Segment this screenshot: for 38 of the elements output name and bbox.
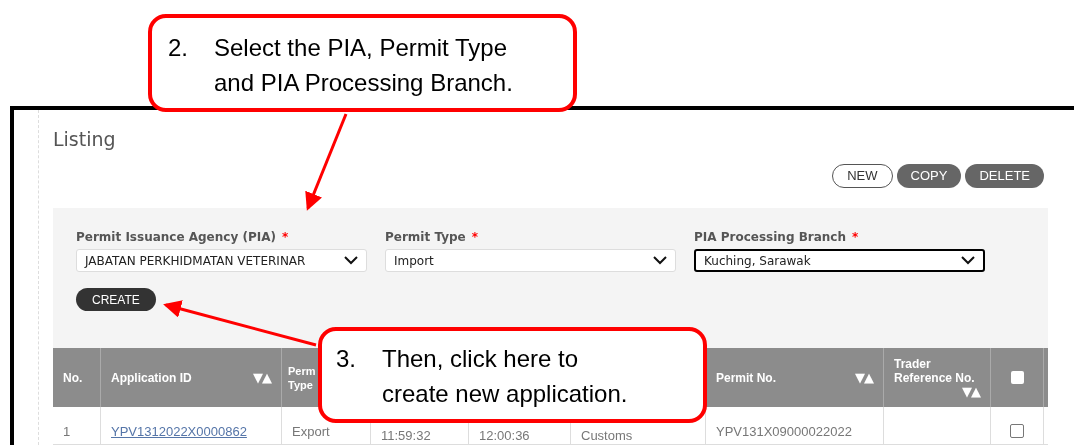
create-button[interactable]: CREATE: [76, 288, 156, 311]
chevron-down-icon: [344, 256, 358, 265]
sort-toggle[interactable]: ▼▲: [855, 370, 873, 385]
page-title: Listing: [53, 127, 117, 152]
step-number: 2.: [168, 33, 189, 63]
column-header: Perm Type: [288, 363, 316, 392]
chevron-down-icon: [961, 256, 975, 265]
table-cell: Export: [292, 424, 330, 439]
callout-text: Select the PIA, Permit Type and PIA Processing Branch.: [214, 33, 514, 98]
column-header: Application ID: [111, 370, 192, 385]
select-field[interactable]: Kuching, Sarawak: [694, 249, 985, 272]
required-mark: *: [852, 229, 859, 246]
required-mark: *: [281, 229, 289, 246]
table-cell: 12:00:36: [479, 428, 530, 443]
row-checkbox[interactable]: [1010, 424, 1024, 438]
table-cell: 11:59:32: [381, 428, 431, 443]
table-cell: 1: [63, 424, 71, 439]
required-mark: *: [471, 229, 478, 246]
table-cell: YPV131X09000022022: [716, 424, 852, 439]
field-label: PIA Processing Branch: [694, 229, 846, 246]
callout-text: Then, click here to create new application.: [382, 344, 629, 409]
column-header: Permit No.: [716, 370, 776, 385]
table-cell: Customs: [581, 428, 633, 443]
column-header: Trader Reference No.: [894, 356, 976, 385]
step-number: 3.: [336, 344, 357, 374]
select-field[interactable]: JABATAN PERKHIDMATAN VETERINAR: [76, 249, 367, 272]
column-header: No.: [63, 370, 83, 385]
select-field[interactable]: Import: [385, 249, 676, 272]
sort-toggle[interactable]: ▼▲: [253, 370, 271, 385]
action-button[interactable]: NEW: [832, 164, 893, 188]
field-label: Permit Issuance Agency (PIA): [76, 229, 276, 246]
select-all-checkbox[interactable]: [1010, 371, 1024, 384]
sort-toggle[interactable]: ▼▲: [962, 384, 980, 399]
action-button[interactable]: COPY: [896, 164, 962, 188]
action-button[interactable]: DELETE: [965, 164, 1044, 188]
chevron-down-icon: [653, 256, 667, 265]
field-label: Permit Type: [385, 229, 466, 246]
application-link[interactable]: YPV1312022X0000862: [111, 424, 247, 439]
